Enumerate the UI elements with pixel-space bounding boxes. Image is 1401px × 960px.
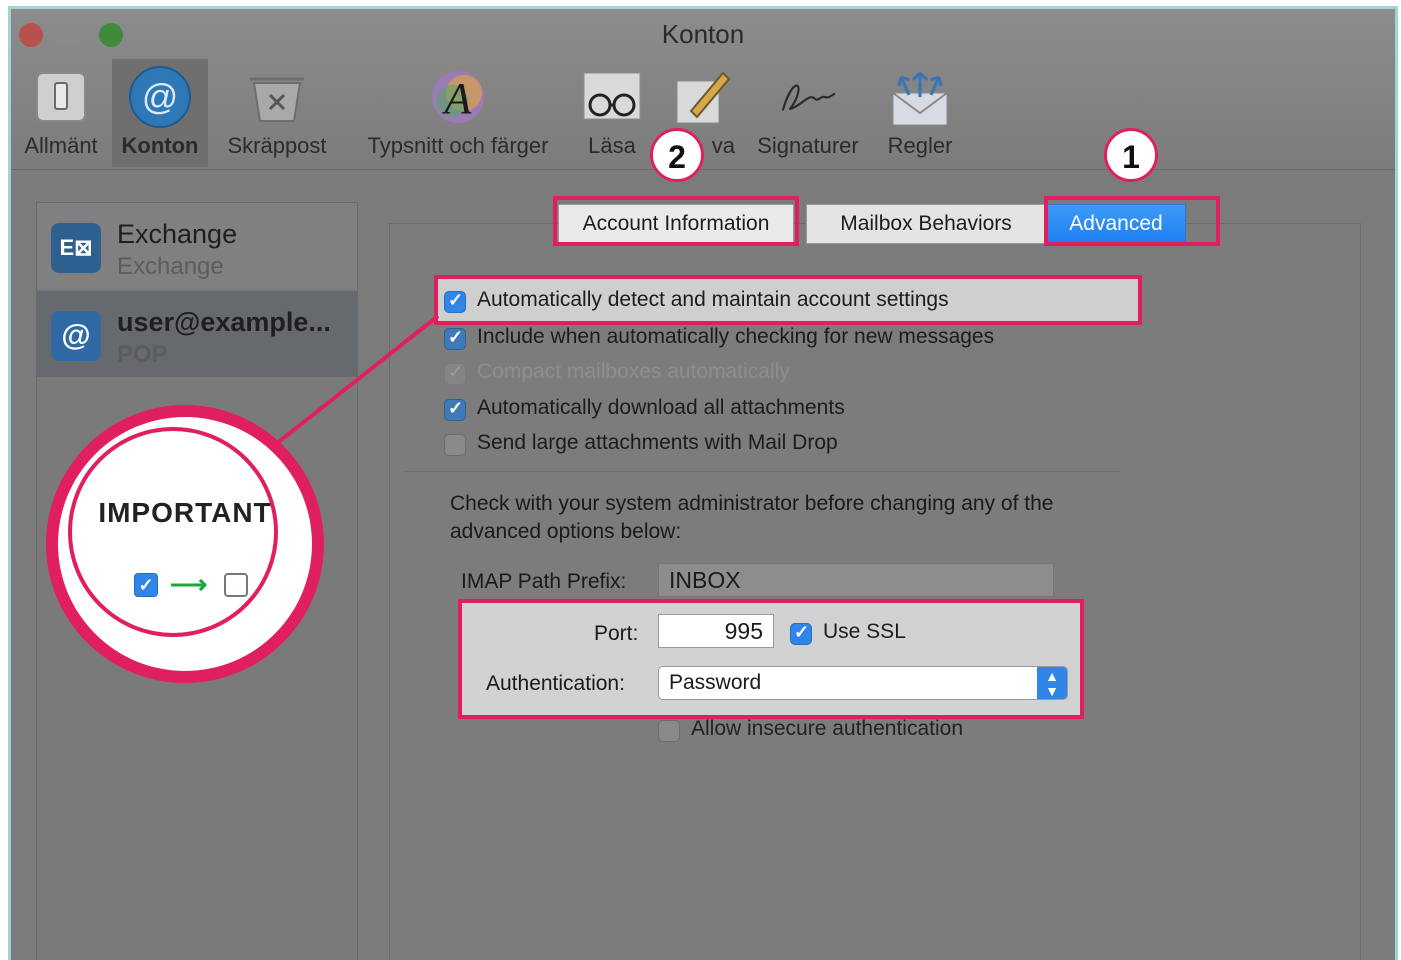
toolbar-item-lasa[interactable]: Läsa <box>577 59 647 167</box>
ssl-label: Use SSL <box>823 620 906 643</box>
checkbox[interactable] <box>444 327 466 350</box>
checkbox[interactable] <box>658 720 680 742</box>
toolbar-item-skrappost[interactable]: Skräppost <box>215 59 339 167</box>
account-name: Exchange <box>117 219 238 249</box>
checked-box-icon: ✓ <box>134 573 158 597</box>
glasses-icon <box>580 65 644 129</box>
exchange-icon: E⊠ <box>51 223 101 273</box>
toolbar-label: Läsa <box>588 133 636 158</box>
switch-icon <box>29 65 93 129</box>
authentication-select[interactable]: Password ▲ ▼ <box>658 666 1068 700</box>
junk-trash-icon <box>245 65 309 129</box>
imap-prefix-label: IMAP Path Prefix: <box>461 570 627 593</box>
port-label: Port: <box>594 622 639 645</box>
step-badge-2: 2 <box>650 128 704 182</box>
toolbar-item-signaturer[interactable]: Signaturer <box>748 59 868 167</box>
section-divider <box>404 471 1120 472</box>
highlight-account-information <box>553 196 799 246</box>
toolbar-label: Regler <box>887 133 953 158</box>
arrow-right-icon: ⟶ <box>170 569 208 599</box>
toolbar-label: Signaturer <box>757 133 859 158</box>
checkbox[interactable] <box>444 434 466 456</box>
font-colors-icon: A <box>426 65 490 129</box>
toolbar-label: Skräppost <box>227 133 327 158</box>
toolbar-item-allmant[interactable]: Allmänt <box>15 59 107 167</box>
admin-note: Check with your system administrator bef… <box>450 492 1054 543</box>
at-sign-icon: @ <box>51 311 101 361</box>
unchecked-box-icon <box>224 573 248 597</box>
checkbox[interactable] <box>444 290 466 313</box>
option-label: Compact mailboxes automatically <box>477 360 790 383</box>
imap-prefix-field[interactable]: INBOX <box>658 563 1054 597</box>
toolbar-item-regler[interactable]: Regler <box>877 59 963 167</box>
option-label: Include when automatically checking for … <box>477 325 995 348</box>
at-sign-icon: @ <box>128 65 192 129</box>
option-label: Allow insecure authentication <box>691 717 963 740</box>
important-callout: IMPORTANT ✓ ⟶ <box>46 405 324 683</box>
toolbar-label: Typsnitt och färger <box>367 133 549 158</box>
authentication-label: Authentication: <box>486 672 625 695</box>
tab-mailbox-behaviors[interactable]: Mailbox Behaviors <box>806 204 1046 244</box>
toolbar-item-konton[interactable]: @ Konton <box>112 59 208 167</box>
signature-icon <box>776 65 840 129</box>
option-label: Send large attachments with Mail Drop <box>477 431 838 454</box>
svg-text:A: A <box>442 74 473 123</box>
toolbar-label: Allmänt <box>24 133 98 158</box>
checkbox <box>444 362 466 385</box>
list-item-pop[interactable]: @ user@example... POP <box>37 291 357 377</box>
checkbox[interactable] <box>444 398 466 421</box>
option-label: Automatically detect and maintain accoun… <box>477 288 949 311</box>
option-label: Automatically download all attachments <box>477 396 845 419</box>
chevron-updown-icon: ▲ ▼ <box>1037 667 1067 699</box>
rules-envelope-icon <box>888 65 952 129</box>
toolbar-label: Konton <box>121 133 199 158</box>
svg-text:@: @ <box>142 76 179 117</box>
list-item-exchange[interactable]: E⊠ Exchange Exchange <box>37 203 357 289</box>
account-type: Exchange <box>117 253 224 280</box>
account-name: user@example... <box>117 307 331 337</box>
toolbar: Konton Allmänt @ Konton Skräppost A Typs… <box>11 9 1395 170</box>
toolbar-item-typsnitt[interactable]: A Typsnitt och färger <box>351 59 565 167</box>
checkbox[interactable] <box>790 622 812 645</box>
port-field[interactable]: 995 <box>658 614 774 648</box>
pencil-icon <box>671 65 735 129</box>
account-type: POP <box>117 341 168 368</box>
window-title: Konton <box>661 19 745 49</box>
highlight-advanced <box>1044 196 1220 246</box>
step-badge-1: 1 <box>1104 128 1158 182</box>
important-label: IMPORTANT <box>98 497 272 528</box>
authentication-value: Password <box>669 671 762 694</box>
